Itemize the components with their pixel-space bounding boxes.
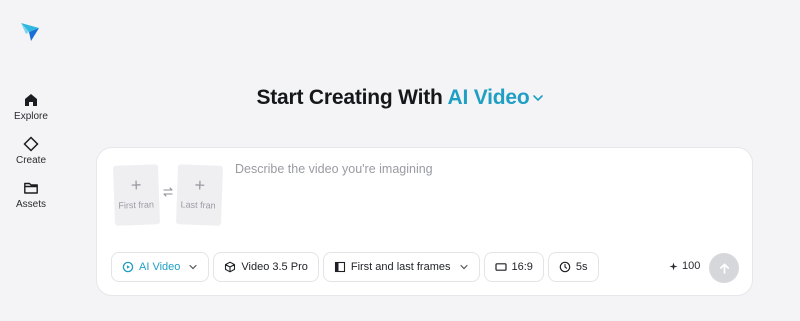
first-frame-label: First fran xyxy=(118,199,155,211)
model-selector-label: Video 3.5 Pro xyxy=(241,261,308,273)
chevron-down-icon xyxy=(189,264,197,270)
plus-icon: + xyxy=(130,174,142,196)
diamond-icon xyxy=(23,136,39,152)
frames-mode-label: First and last frames xyxy=(350,261,451,273)
arrow-up-icon xyxy=(719,262,729,274)
sidebar-item-label: Create xyxy=(15,155,46,166)
last-frame-label: Last fran xyxy=(180,199,216,211)
frames-icon xyxy=(334,261,345,273)
page-title-prefix: Start Creating With xyxy=(256,86,443,109)
mode-dropdown[interactable]: AI Video xyxy=(111,252,210,282)
model-selector[interactable]: Video 3.5 Pro xyxy=(213,252,319,282)
last-frame-upload[interactable]: + Last fran xyxy=(175,164,224,226)
prompt-input[interactable] xyxy=(235,162,735,232)
aspect-ratio-selector[interactable]: 16:9 xyxy=(483,252,544,282)
plus-icon: + xyxy=(194,174,206,196)
app-logo-icon[interactable] xyxy=(18,20,42,44)
sidebar-item-assets[interactable]: Assets xyxy=(0,176,62,220)
prompt-composer: + First fran + Last fran AI Video Video … xyxy=(96,147,753,296)
composer-toolbar: AI Video Video 3.5 Pro First and last fr… xyxy=(111,252,599,282)
first-frame-upload[interactable]: + First fran xyxy=(112,164,161,226)
sparkle-icon xyxy=(669,261,678,271)
credits-value: 100 xyxy=(682,260,701,272)
clock-icon xyxy=(559,261,571,273)
aspect-ratio-label: 16:9 xyxy=(511,261,533,273)
page-title: Start Creating With AI Video xyxy=(0,86,800,110)
mode-dropdown-label: AI Video xyxy=(139,261,181,273)
ai-video-icon xyxy=(122,261,134,273)
frames-mode-dropdown[interactable]: First and last frames xyxy=(322,252,480,282)
aspect-ratio-icon xyxy=(494,263,507,271)
folder-icon xyxy=(24,182,38,194)
duration-label: 5s xyxy=(575,261,588,273)
credits-cost: 100 xyxy=(669,260,700,272)
sidebar-item-create[interactable]: Create xyxy=(0,132,62,176)
submit-button[interactable] xyxy=(709,253,739,283)
duration-selector[interactable]: 5s xyxy=(547,252,599,282)
mode-selector[interactable]: AI Video xyxy=(448,86,544,109)
sidebar-item-label: Explore xyxy=(14,111,48,122)
mode-selector-label: AI Video xyxy=(447,86,530,109)
chevron-down-icon xyxy=(532,95,543,102)
sidebar-item-label: Assets xyxy=(15,199,46,210)
chevron-down-icon xyxy=(459,264,468,270)
cube-icon xyxy=(225,261,236,273)
swap-frames-icon[interactable] xyxy=(162,186,174,198)
